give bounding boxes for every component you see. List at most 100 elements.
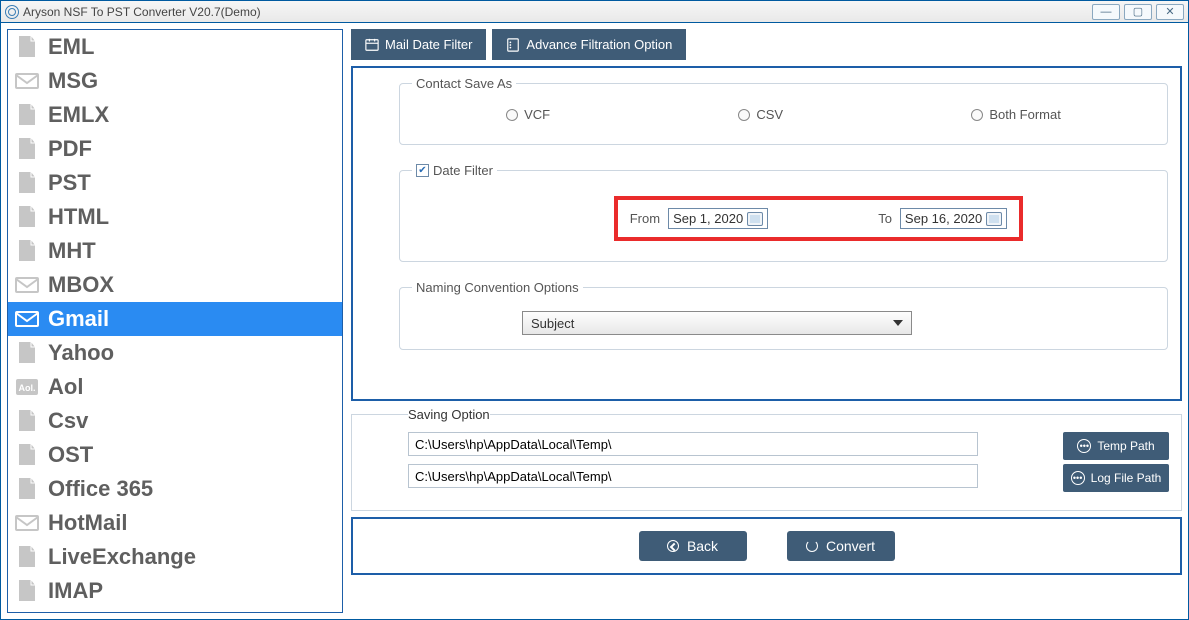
chevron-down-icon [893, 320, 903, 326]
sidebar-item-label: OST [48, 442, 93, 468]
sidebar-item-eml[interactable]: EML [8, 30, 342, 64]
sidebar-item-label: LiveExchange [48, 544, 196, 570]
date-filter-legend: ✔ Date Filter [412, 163, 497, 178]
radio-icon [506, 109, 518, 121]
filter-panel: Contact Save As VCF CSV Both Format [351, 66, 1182, 401]
sidebar-item-mht[interactable]: MHT [8, 234, 342, 268]
contact-save-as-group: Contact Save As VCF CSV Both Format [399, 76, 1168, 145]
tab-mail-date-filter[interactable]: Mail Date Filter [351, 29, 486, 60]
tab-strip: Mail Date Filter Advance Filtration Opti… [351, 29, 1182, 60]
convert-icon [806, 540, 818, 552]
naming-convention-select[interactable]: Subject [522, 311, 912, 335]
sidebar-item-yahoo[interactable]: Yahoo [8, 336, 342, 370]
radio-icon [971, 109, 983, 121]
bottom-button-bar: Back Convert [351, 517, 1182, 575]
naming-convention-legend: Naming Convention Options [412, 280, 583, 295]
from-date-input[interactable]: Sep 1, 2020 [668, 208, 768, 229]
maximize-button[interactable]: ▢ [1124, 4, 1152, 20]
sidebar-item-label: PDF [48, 136, 92, 162]
sidebar-item-label: Gmail [48, 306, 109, 332]
ellipsis-icon: ••• [1077, 439, 1091, 453]
sidebar-item-emlx[interactable]: EMLX [8, 98, 342, 132]
date-filter-group: ✔ Date Filter From Sep 1, 2020 [399, 163, 1168, 262]
office365-icon [14, 477, 40, 501]
sidebar-item-label: MSG [48, 68, 98, 94]
sidebar-item-mbox[interactable]: MBOX [8, 268, 342, 302]
contact-save-as-legend: Contact Save As [412, 76, 516, 91]
sidebar-item-label: Yahoo [48, 340, 114, 366]
exchange-icon [14, 545, 40, 569]
sidebar-item-label: EML [48, 34, 94, 60]
sidebar-item-html[interactable]: HTML [8, 200, 342, 234]
sidebar-item-office-365[interactable]: Office 365 [8, 472, 342, 506]
app-window: Aryson NSF To PST Converter V20.7(Demo) … [0, 0, 1189, 620]
temp-path-button[interactable]: ••• Temp Path [1063, 432, 1169, 460]
calendar-icon [365, 38, 379, 52]
from-date-value: Sep 1, 2020 [673, 211, 743, 226]
temp-path-button-label: Temp Path [1097, 439, 1154, 453]
temp-path-input[interactable] [408, 432, 978, 456]
sidebar-item-label: Csv [48, 408, 88, 434]
tab-advance-filtration[interactable]: Advance Filtration Option [492, 29, 686, 60]
sidebar-item-gmail[interactable]: Gmail [8, 302, 342, 336]
sidebar-item-liveexchange[interactable]: LiveExchange [8, 540, 342, 574]
to-date-value: Sep 16, 2020 [905, 211, 982, 226]
radio-label: VCF [524, 107, 550, 122]
file-ost-icon [14, 443, 40, 467]
app-icon [5, 5, 19, 19]
gmail-icon [14, 307, 40, 331]
sidebar-item-label: Aol [48, 374, 83, 400]
sidebar-item-pst[interactable]: PST [8, 166, 342, 200]
date-range-highlight: From Sep 1, 2020 To Sep 16, 2020 [614, 196, 1024, 241]
file-pdf-icon [14, 137, 40, 161]
main-area: EML MSG EMLX PDF PST HTML MHT MBOX Gmail Yahoo Aol… [1, 23, 1188, 619]
back-arrow-icon [667, 540, 679, 552]
sidebar-item-hotmail[interactable]: HotMail [8, 506, 342, 540]
sidebar-item-msg[interactable]: MSG [8, 64, 342, 98]
file-emlx-icon [14, 103, 40, 127]
minimize-button[interactable]: — [1092, 4, 1120, 20]
tab-label: Advance Filtration Option [526, 37, 672, 52]
sidebar-item-pdf[interactable]: PDF [8, 132, 342, 166]
ellipsis-icon: ••• [1071, 471, 1085, 485]
svg-text:Aol.: Aol. [19, 383, 36, 393]
to-date-input[interactable]: Sep 16, 2020 [900, 208, 1007, 229]
log-file-path-input[interactable] [408, 464, 978, 488]
date-filter-legend-text: Date Filter [433, 163, 493, 178]
radio-label: Both Format [989, 107, 1061, 122]
content-area: Mail Date Filter Advance Filtration Opti… [351, 29, 1182, 613]
calendar-picker-icon[interactable] [747, 212, 763, 226]
file-eml-icon [14, 35, 40, 59]
aol-icon: Aol. [14, 375, 40, 399]
calendar-picker-icon[interactable] [986, 212, 1002, 226]
file-html-icon [14, 205, 40, 229]
sidebar-item-label: MBOX [48, 272, 114, 298]
log-file-path-button-label: Log File Path [1091, 471, 1162, 485]
saving-option-group: Saving Option ••• Temp Path ••• Log File… [351, 407, 1182, 511]
format-sidebar: EML MSG EMLX PDF PST HTML MHT MBOX Gmail Yahoo Aol… [7, 29, 343, 613]
radio-vcf[interactable]: VCF [506, 107, 550, 122]
log-file-path-button[interactable]: ••• Log File Path [1063, 464, 1169, 492]
close-button[interactable]: ✕ [1156, 4, 1184, 20]
sidebar-item-label: HTML [48, 204, 109, 230]
mailbox-icon [14, 273, 40, 297]
sidebar-item-label: EMLX [48, 102, 109, 128]
sidebar-item-ost[interactable]: OST [8, 438, 342, 472]
back-button[interactable]: Back [639, 531, 747, 561]
radio-both-format[interactable]: Both Format [971, 107, 1061, 122]
file-pst-icon [14, 171, 40, 195]
to-label: To [878, 211, 892, 226]
date-filter-checkbox[interactable]: ✔ [416, 164, 429, 177]
sidebar-item-aol[interactable]: Aol. Aol [8, 370, 342, 404]
radio-label: CSV [756, 107, 783, 122]
back-button-label: Back [687, 538, 718, 554]
radio-icon [738, 109, 750, 121]
convert-button[interactable]: Convert [787, 531, 895, 561]
naming-convention-group: Naming Convention Options Subject [399, 280, 1168, 350]
sidebar-item-label: HotMail [48, 510, 127, 536]
sidebar-item-imap[interactable]: IMAP [8, 574, 342, 608]
convert-button-label: Convert [826, 538, 875, 554]
radio-csv[interactable]: CSV [738, 107, 783, 122]
sidebar-item-csv[interactable]: Csv [8, 404, 342, 438]
yahoo-icon [14, 341, 40, 365]
